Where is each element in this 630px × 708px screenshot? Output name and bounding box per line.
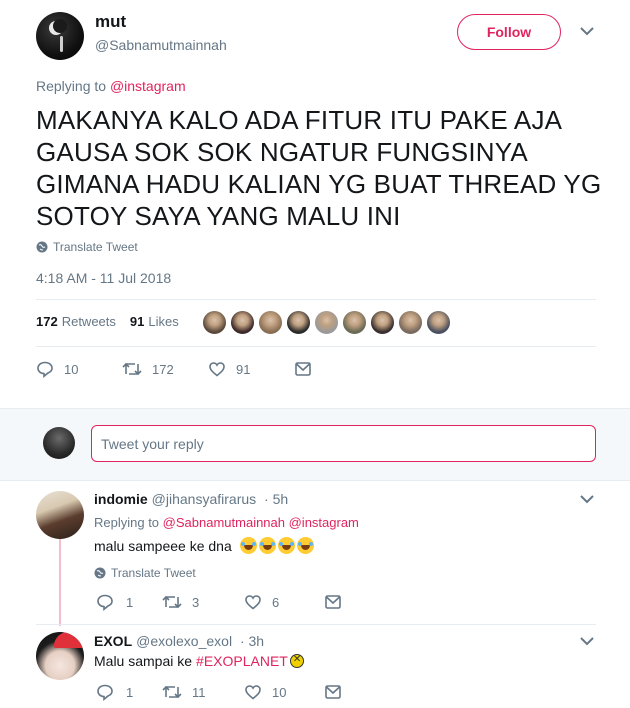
translate-label: Translate Tweet	[53, 240, 138, 254]
main-tweet: mut @Sabnamutmainnah Follow Replying to …	[0, 0, 630, 408]
reply-handle[interactable]: @jihansyafirarus	[152, 491, 256, 507]
hashtag-link[interactable]: #EXOPLANET	[196, 653, 288, 669]
reply-author[interactable]: EXOL @exolexo_exol · 3h	[94, 633, 264, 649]
translate-tweet-link[interactable]: Translate Tweet	[94, 566, 196, 580]
laughing-emoji-icon	[258, 537, 276, 554]
envelope-icon	[325, 685, 341, 699]
liker-avatar[interactable]	[398, 310, 423, 335]
reply-tweet[interactable]: EXOL @exolexo_exol · 3h Malu sampai ke #E…	[0, 626, 630, 708]
direct-message-button[interactable]	[324, 684, 342, 700]
laughing-emoji-icon	[296, 537, 314, 554]
liker-avatar[interactable]	[426, 310, 451, 335]
reply-actions: 1 11 10	[96, 683, 342, 701]
liker-avatars	[202, 310, 451, 335]
mention-link[interactable]: @instagram	[110, 78, 186, 94]
retweets-stat[interactable]: 172 Retweets	[36, 314, 116, 329]
replying-to: Replying to @Sabnamutmainnah @instagram	[94, 515, 359, 530]
like-count: 91	[236, 361, 251, 377]
globe-icon	[94, 567, 106, 579]
like-button[interactable]: 6	[244, 593, 324, 611]
like-button[interactable]: 91	[208, 360, 294, 378]
hashtag-emoji-icon	[289, 654, 304, 668]
mention-link[interactable]: @Sabnamutmainnah @instagram	[163, 515, 359, 530]
reply-handle[interactable]: @exolexo_exol	[136, 633, 232, 649]
liker-avatar[interactable]	[370, 310, 395, 335]
divider	[36, 346, 596, 347]
reply-button[interactable]: 1	[96, 593, 162, 611]
reply-input[interactable]: Tweet your reply	[91, 425, 596, 462]
liker-avatar[interactable]	[230, 310, 255, 335]
reply-button[interactable]: 1	[96, 683, 162, 701]
reply-icon	[97, 684, 113, 701]
likes-stat[interactable]: 91 Likes	[130, 314, 179, 329]
retweet-button[interactable]: 11	[162, 683, 244, 701]
reply-text: malu sampeee ke dna	[94, 537, 314, 554]
reply-icon	[37, 361, 53, 378]
heart-icon	[245, 685, 261, 700]
laughing-emoji-icon	[277, 537, 295, 554]
follow-button[interactable]: Follow	[457, 14, 561, 50]
author-name[interactable]: mut	[95, 12, 126, 32]
heart-icon	[209, 362, 225, 377]
liker-avatar[interactable]	[342, 310, 367, 335]
laughing-emoji-group	[238, 537, 314, 554]
chevron-down-icon[interactable]	[580, 26, 594, 36]
retweet-icon	[122, 362, 142, 376]
envelope-icon	[325, 595, 341, 609]
heart-icon	[245, 595, 261, 610]
tweet-actions: 10 172 91	[36, 360, 312, 378]
reply-text: Malu sampai ke #EXOPLANET	[94, 653, 304, 669]
reply-avatar[interactable]	[36, 491, 84, 539]
reply-button[interactable]: 10	[36, 360, 122, 378]
direct-message-button[interactable]	[324, 594, 342, 610]
liker-avatar[interactable]	[286, 310, 311, 335]
translate-tweet-link[interactable]: Translate Tweet	[36, 240, 138, 254]
replying-prefix: Replying to	[36, 78, 107, 94]
laughing-emoji-icon	[239, 537, 257, 554]
thread-line	[59, 539, 61, 626]
current-user-avatar	[43, 427, 75, 459]
reply-composer: Tweet your reply	[0, 408, 630, 481]
divider	[36, 624, 596, 625]
reply-actions: 1 3 6	[96, 593, 342, 611]
retweet-icon	[162, 685, 182, 699]
chevron-down-icon[interactable]	[580, 636, 594, 646]
retweet-icon	[162, 595, 182, 609]
reply-time[interactable]: · 3h	[240, 633, 264, 649]
reply-time[interactable]: · 5h	[264, 491, 288, 507]
retweet-button[interactable]: 3	[162, 593, 244, 611]
divider	[36, 299, 596, 300]
author-avatar[interactable]	[36, 12, 84, 60]
tweet-stats: 172 Retweets 91 Likes	[36, 314, 179, 329]
liker-avatar[interactable]	[258, 310, 283, 335]
liker-avatar[interactable]	[202, 310, 227, 335]
liker-avatar[interactable]	[314, 310, 339, 335]
retweet-button[interactable]: 172	[122, 360, 208, 378]
author-handle[interactable]: @Sabnamutmainnah	[95, 37, 227, 53]
like-button[interactable]: 10	[244, 683, 324, 701]
tweet-text: MAKANYA KALO ADA FITUR ITU PAKE AJA GAUS…	[36, 105, 602, 231]
reply-count: 10	[64, 361, 79, 377]
replying-to: Replying to @instagram	[36, 78, 186, 94]
tweet-timestamp[interactable]: 4:18 AM - 11 Jul 2018	[36, 270, 171, 286]
reply-avatar[interactable]	[36, 632, 84, 680]
reply-tweet[interactable]: indomie @jihansyafirarus · 5h Replying to…	[0, 481, 630, 626]
envelope-icon	[295, 362, 311, 376]
retweet-count: 172	[152, 361, 174, 377]
reply-author[interactable]: indomie @jihansyafirarus · 5h	[94, 491, 288, 507]
direct-message-button[interactable]	[294, 361, 312, 377]
chevron-down-icon[interactable]	[580, 494, 594, 504]
reply-icon	[97, 594, 113, 611]
globe-icon	[36, 241, 48, 253]
